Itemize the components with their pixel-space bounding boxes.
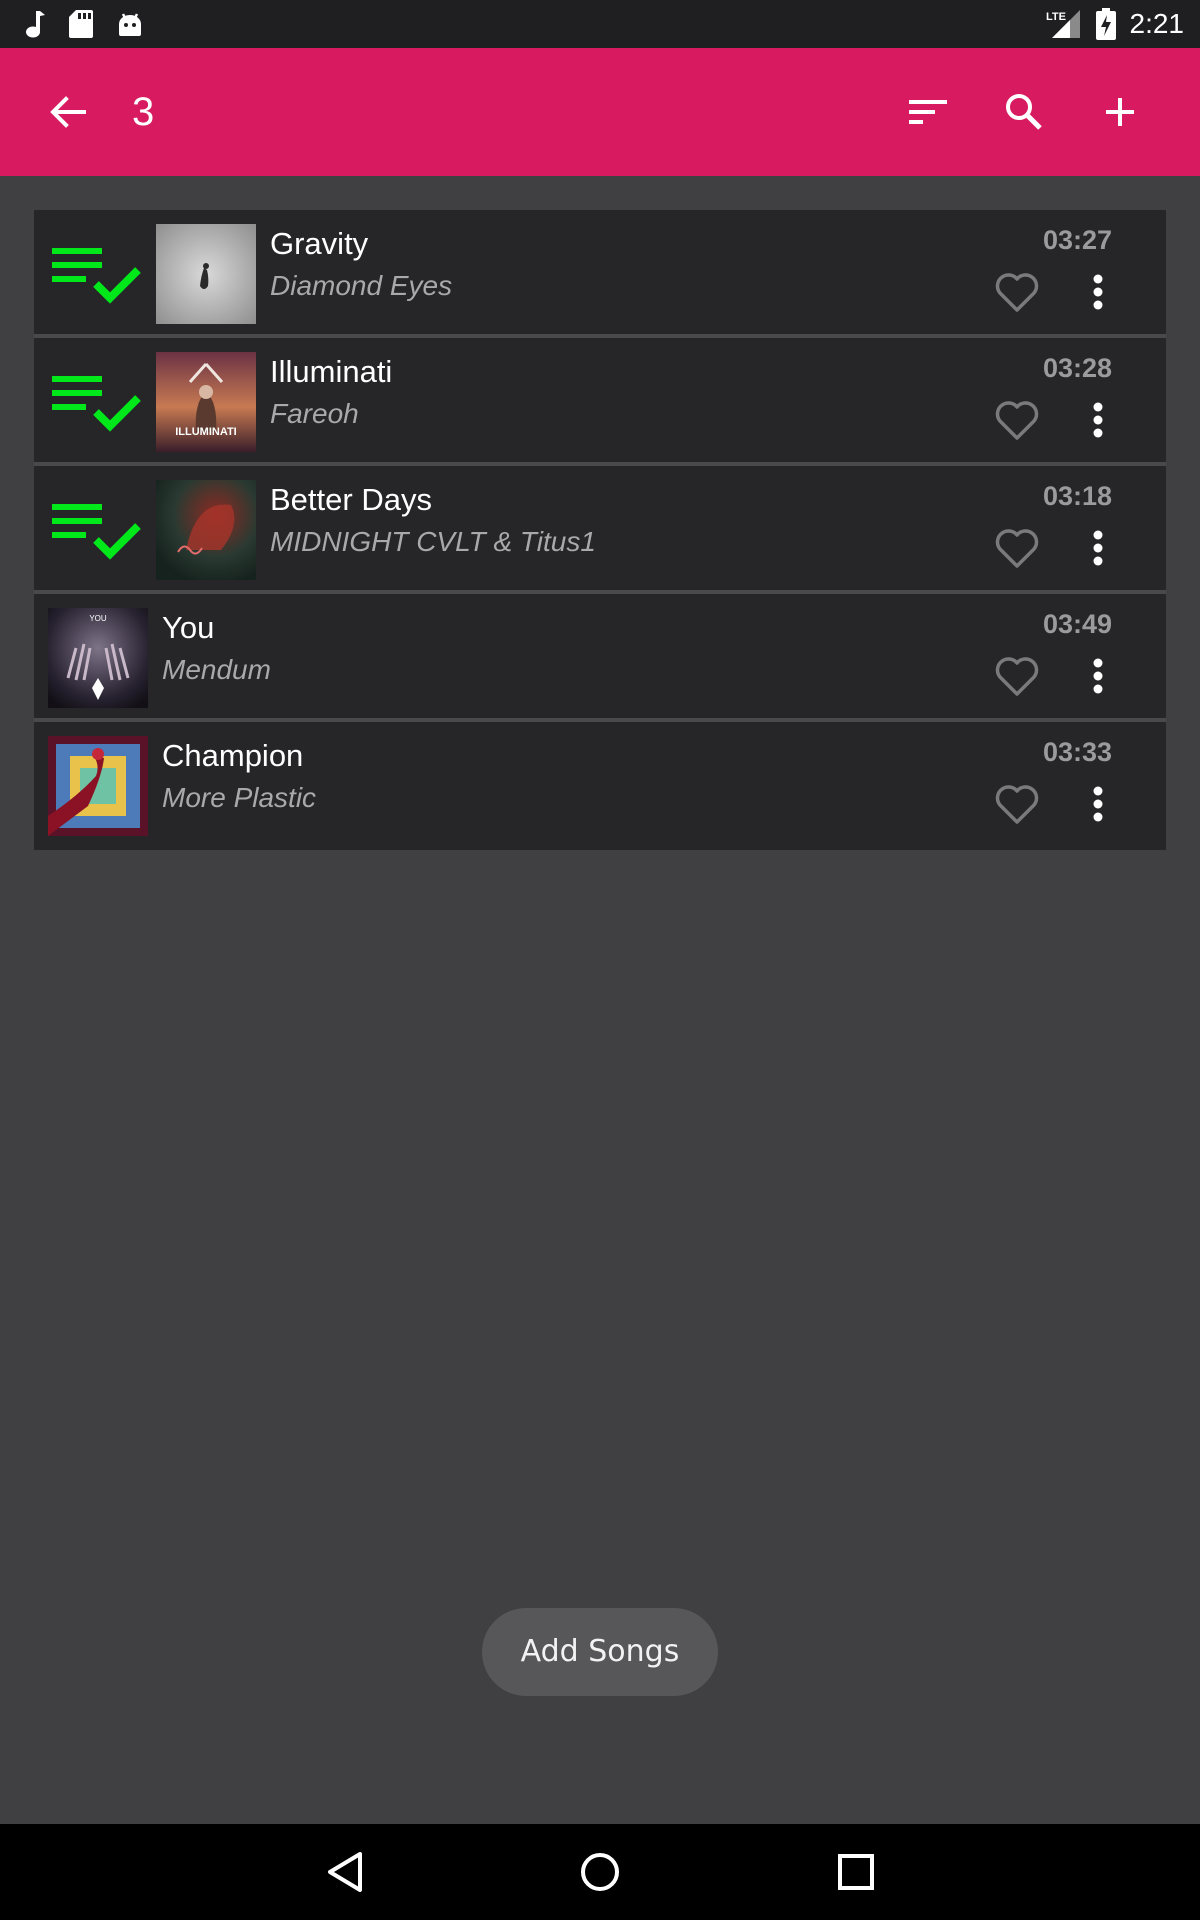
navigation-bar [0, 1824, 1200, 1920]
app-bar: 3 [0, 48, 1200, 176]
album-art-champion [48, 736, 148, 836]
sort-icon [909, 100, 947, 124]
sort-button[interactable] [900, 88, 956, 136]
svg-text:ILLUMINATI: ILLUMINATI [175, 426, 237, 438]
song-artist: MIDNIGHT CVLT & Titus1 [270, 526, 596, 557]
more-vert-icon [1093, 530, 1103, 566]
notification-icons [24, 6, 144, 42]
queue-check-icon [52, 504, 141, 560]
heart-outline-icon[interactable] [994, 782, 1040, 826]
search-icon [1006, 94, 1042, 130]
sd-card-icon [69, 10, 93, 38]
more-options-button[interactable] [1086, 652, 1110, 700]
song-title: You [162, 610, 215, 645]
album-art-gravity [156, 224, 256, 324]
back-button[interactable] [40, 88, 96, 136]
page-title: 3 [132, 90, 155, 134]
heart-outline-icon[interactable] [994, 270, 1040, 314]
add-button[interactable] [1092, 88, 1148, 136]
nav-back-icon[interactable] [322, 1848, 370, 1896]
battery-charging-icon [1095, 8, 1116, 40]
music-note-icon [26, 11, 45, 38]
song-title: Better Days [270, 482, 432, 517]
svg-text:LTE: LTE [1046, 11, 1066, 23]
more-vert-icon [1093, 786, 1103, 822]
status-bar: LTE 2:21 [0, 0, 1200, 48]
song-title: Champion [162, 738, 304, 773]
more-vert-icon [1093, 274, 1103, 310]
song-row[interactable]: Champion More Plastic 03:33 [34, 722, 1166, 850]
arrow-back-icon [50, 96, 86, 128]
more-options-button[interactable] [1086, 780, 1110, 828]
album-art-illuminati: ILLUMINATI [156, 352, 256, 452]
song-artist: Fareoh [270, 398, 359, 429]
add-songs-button[interactable]: Add Songs [482, 1608, 718, 1696]
heart-outline-icon[interactable] [994, 398, 1040, 442]
status-time: 2:21 [1129, 8, 1185, 39]
album-art-you: YOU [48, 608, 148, 708]
nav-home-icon[interactable] [576, 1848, 624, 1896]
song-duration: 03:33 [1042, 737, 1112, 767]
song-duration: 03:49 [1042, 609, 1112, 639]
song-title: Gravity [270, 226, 369, 261]
more-options-button[interactable] [1086, 396, 1110, 444]
queue-check-icon [52, 248, 141, 304]
song-row[interactable]: Better Days MIDNIGHT CVLT & Titus1 03:18 [34, 466, 1166, 594]
heart-outline-icon[interactable] [994, 654, 1040, 698]
song-artist: Diamond Eyes [270, 270, 453, 301]
song-list: Gravity Diamond Eyes 03:27 ILLUMINATI Il… [34, 210, 1166, 850]
android-debug-icon [119, 13, 141, 36]
lte-signal-icon: LTE [1046, 10, 1080, 38]
song-duration: 03:28 [1042, 353, 1112, 383]
song-row[interactable]: YOU You Mendum 03:49 [34, 594, 1166, 722]
song-duration: 03:18 [1042, 481, 1112, 511]
more-options-button[interactable] [1086, 268, 1110, 316]
queue-check-icon [52, 376, 141, 432]
song-artist: Mendum [162, 654, 271, 685]
song-artist: More Plastic [162, 782, 317, 813]
more-options-button[interactable] [1086, 524, 1110, 572]
search-button[interactable] [996, 88, 1052, 136]
song-row[interactable]: Gravity Diamond Eyes 03:27 [34, 210, 1166, 338]
song-title: Illuminati [270, 354, 393, 389]
song-duration: 03:27 [1042, 225, 1112, 255]
heart-outline-icon[interactable] [994, 526, 1040, 570]
song-row[interactable]: ILLUMINATI Illuminati Fareoh 03:28 [34, 338, 1166, 466]
plus-icon [1106, 98, 1134, 126]
more-vert-icon [1093, 402, 1103, 438]
svg-text:YOU: YOU [89, 614, 107, 623]
nav-recents-icon[interactable] [832, 1848, 880, 1896]
system-indicators: LTE 2:21 [1046, 0, 1185, 48]
more-vert-icon [1093, 658, 1103, 694]
album-art-better-days [156, 480, 256, 580]
